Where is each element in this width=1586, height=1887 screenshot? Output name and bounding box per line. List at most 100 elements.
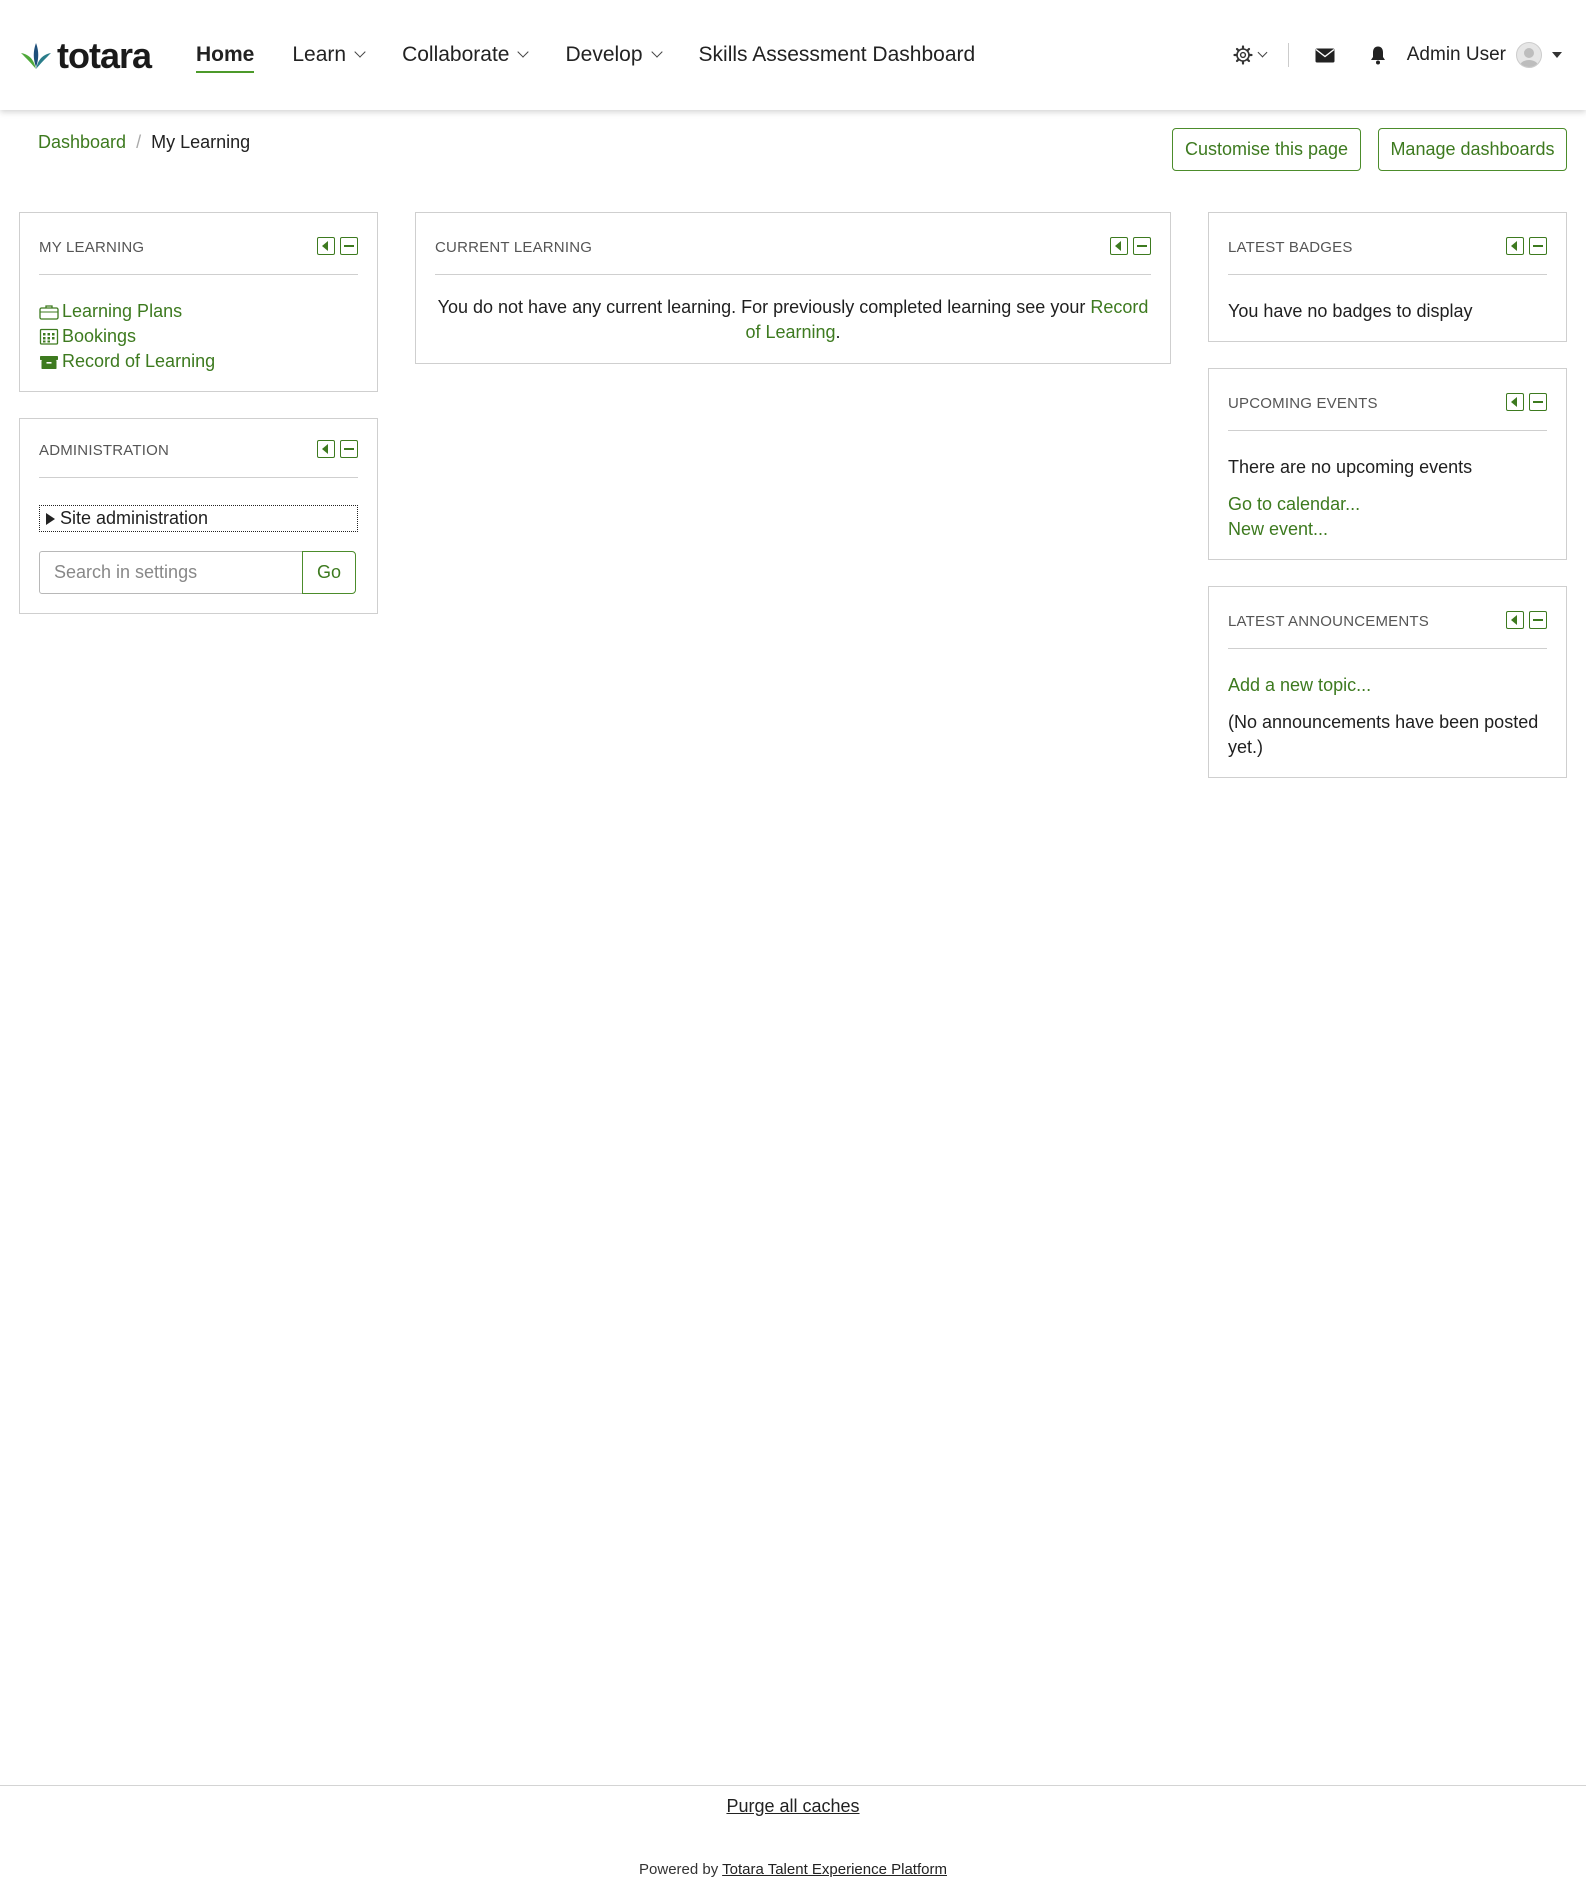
badges-message: You have no badges to display — [1228, 301, 1473, 321]
archive-box-icon — [40, 355, 58, 369]
divider — [1287, 43, 1289, 67]
nav-skills-label: Skills Assessment Dashboard — [698, 43, 976, 66]
expand-arrow-icon — [46, 512, 55, 525]
chevron-down-icon — [354, 46, 366, 58]
powered-by: Powered by Totara Talent Experience Plat… — [0, 1861, 1586, 1878]
dock-block-icon[interactable] — [1110, 237, 1128, 255]
search-settings-input[interactable] — [39, 551, 303, 594]
latest-badges-block: LATEST BADGES You have no badges to disp… — [1208, 212, 1567, 342]
my-learning-links: Learning Plans Bookings Record of Learni… — [39, 299, 358, 374]
notifications-button[interactable] — [1369, 45, 1387, 65]
dock-block-icon[interactable] — [317, 237, 335, 255]
footer-purge: Purge all caches — [0, 1796, 1586, 1817]
nav-skills-dashboard[interactable]: Skills Assessment Dashboard — [699, 0, 976, 110]
nav-develop[interactable]: Develop — [565, 0, 663, 110]
current-learning-block: CURRENT LEARNING You do not have any cur… — [415, 212, 1171, 364]
settings-menu[interactable] — [1233, 45, 1268, 65]
minimize-block-icon[interactable] — [1529, 237, 1547, 255]
settings-search: Go — [39, 551, 358, 594]
link-label: Learning Plans — [62, 301, 183, 321]
message-end: . — [835, 322, 841, 342]
caret-down-icon[interactable] — [1552, 52, 1562, 58]
nav-collaborate-label: Collaborate — [402, 43, 510, 66]
nav-collaborate[interactable]: Collaborate — [402, 0, 530, 110]
briefcase-icon — [39, 304, 59, 320]
latest-announcements-block: LATEST ANNOUNCEMENTS Add a new topic... … — [1208, 586, 1567, 778]
envelope-icon — [1315, 48, 1335, 62]
block-title: CURRENT LEARNING — [435, 239, 593, 256]
go-button[interactable]: Go — [302, 551, 356, 594]
avatar[interactable] — [1516, 42, 1542, 68]
go-to-calendar-link[interactable]: Go to calendar... — [1228, 492, 1547, 517]
announcements-links: Add a new topic... — [1228, 673, 1547, 698]
my-learning-block: MY LEARNING Learning Plans Bookings Reco… — [19, 212, 378, 392]
nav-learn-label: Learn — [292, 43, 347, 66]
link-bookings[interactable]: Bookings — [39, 324, 358, 349]
breadcrumb-dashboard[interactable]: Dashboard — [38, 132, 126, 153]
nav-develop-label: Develop — [565, 43, 643, 66]
purge-caches-link[interactable]: Purge all caches — [726, 1796, 859, 1816]
manage-dashboards-button[interactable]: Manage dashboards — [1378, 128, 1567, 171]
bell-icon — [1370, 46, 1385, 65]
powered-by-prefix: Powered by — [639, 1861, 723, 1878]
block-controls — [1501, 237, 1547, 255]
footer-divider — [0, 1785, 1586, 1786]
minimize-block-icon[interactable] — [1133, 237, 1151, 255]
minimize-block-icon[interactable] — [1529, 393, 1547, 411]
administration-block: ADMINISTRATION Site administration Go — [19, 418, 378, 614]
block-header: CURRENT LEARNING — [435, 235, 1151, 275]
site-administration-label: Site administration — [60, 508, 209, 528]
block-title: ADMINISTRATION — [39, 442, 170, 459]
block-header: LATEST ANNOUNCEMENTS — [1228, 609, 1547, 649]
chevron-down-icon — [517, 46, 530, 58]
block-title: LATEST ANNOUNCEMENTS — [1228, 613, 1429, 630]
minimize-block-icon[interactable] — [340, 440, 358, 458]
current-learning-message: You do not have any current learning. Fo… — [435, 295, 1151, 345]
dock-block-icon[interactable] — [1506, 393, 1524, 411]
announcements-content: Add a new topic... (No announcements hav… — [1228, 673, 1547, 760]
user-utilities: Admin User — [1233, 0, 1586, 110]
customise-page-button[interactable]: Customise this page — [1172, 128, 1361, 171]
new-event-link[interactable]: New event... — [1228, 517, 1547, 542]
dock-block-icon[interactable] — [1506, 237, 1524, 255]
main-nav: Home Learn Collaborate Develop Skills As… — [196, 0, 1013, 110]
nav-home[interactable]: Home — [196, 0, 255, 110]
dock-block-icon[interactable] — [317, 440, 335, 458]
events-message: There are no upcoming events — [1228, 457, 1473, 477]
block-header: MY LEARNING — [39, 235, 358, 275]
brand-name: totara — [57, 35, 152, 76]
link-label: Record of Learning — [62, 351, 216, 371]
events-links: Go to calendar... New event... — [1228, 492, 1547, 542]
block-controls — [312, 440, 358, 458]
link-learning-plans[interactable]: Learning Plans — [39, 299, 358, 324]
gear-icon — [1233, 45, 1253, 65]
nav-home-label: Home — [196, 43, 255, 66]
minimize-block-icon[interactable] — [1529, 611, 1547, 629]
add-new-topic-link[interactable]: Add a new topic... — [1228, 673, 1547, 698]
breadcrumb-current: My Learning — [151, 132, 251, 152]
totara-platform-link[interactable]: Totara Talent Experience Platform — [722, 1861, 947, 1878]
totara-logo[interactable]: totara — [19, 35, 152, 76]
chevron-down-icon — [1257, 47, 1268, 57]
chevron-down-icon — [650, 46, 663, 58]
site-administration-node[interactable]: Site administration — [39, 505, 358, 532]
nav-learn[interactable]: Learn — [292, 0, 366, 110]
link-label: Bookings — [62, 326, 137, 346]
breadcrumb: Dashboard / My Learning — [38, 132, 250, 153]
block-title: MY LEARNING — [39, 239, 145, 256]
link-record-of-learning[interactable]: Record of Learning — [39, 349, 358, 374]
upcoming-events-block: UPCOMING EVENTS There are no upcoming ev… — [1208, 368, 1567, 560]
dock-block-icon[interactable] — [1506, 611, 1524, 629]
block-controls — [312, 237, 358, 255]
user-name[interactable]: Admin User — [1407, 44, 1506, 66]
block-title: UPCOMING EVENTS — [1228, 395, 1378, 412]
empty-message: You do not have any current learning. Fo… — [437, 297, 1091, 317]
block-header: ADMINISTRATION — [39, 438, 358, 478]
block-title: LATEST BADGES — [1228, 239, 1353, 256]
administration-content: Site administration Go — [39, 505, 358, 594]
calendar-icon — [39, 328, 59, 345]
top-navbar: totara Home Learn Collaborate Develop Sk… — [0, 0, 1586, 110]
messages-button[interactable] — [1315, 48, 1335, 63]
block-controls — [1501, 611, 1547, 629]
minimize-block-icon[interactable] — [340, 237, 358, 255]
